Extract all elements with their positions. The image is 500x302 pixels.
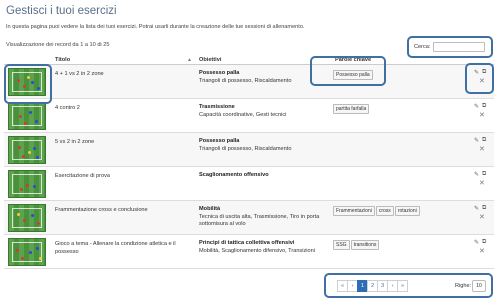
rows-per-page-select[interactable]: 10 [472,280,486,292]
edit-icon[interactable]: ✎ [474,69,479,76]
exercise-title: 4 contro 2 [55,105,80,111]
exercise-objectives: Possesso palla Triangoli di possesso, Ri… [199,138,329,153]
objective-main: Possesso palla [199,138,240,144]
exercise-title: 4 + 1 vs 2 in 2 zone [55,71,104,77]
edit-icon[interactable]: ✎ [474,137,479,144]
copy-icon[interactable]: ⧉ [482,69,486,76]
copy-icon[interactable]: ⧉ [482,103,486,110]
exercise-thumbnail[interactable] [8,238,46,266]
keyword-tag: transitions [350,240,380,250]
exercise-objectives: Scaglionamento offensivo [199,172,329,180]
page-intro: In questa pagina puoi vedere la lista de… [6,24,305,30]
table-row[interactable]: Frammentazione cross e conclusione Mobil… [4,201,494,235]
delete-icon[interactable]: ✕ [479,247,485,255]
keyword-tag: cross [375,206,394,216]
pagination-box: « ‹ 1 2 3 › » Righe: 10 [324,273,493,298]
column-keywords[interactable]: Parole chiave [335,57,371,63]
objective-secondary: Triangoli di possesso, Riscaldamento [199,77,292,84]
delete-icon[interactable]: ✕ [479,213,485,221]
keyword-tags: SSG transitions [333,240,468,250]
exercise-objectives: Trasmissione Capacità coordinative, Gest… [199,104,329,119]
delete-icon[interactable]: ✕ [479,145,485,153]
keyword-tag: SSG [333,240,350,250]
keyword-tag: partita farfalla [333,104,370,114]
edit-icon[interactable]: ✎ [474,171,479,178]
table-row[interactable]: 4 + 1 vs 2 in 2 zone Possesso palla Tria… [4,65,494,99]
table-row[interactable]: 4 contro 2 Trasmissione Capacità coordin… [4,99,494,133]
copy-icon[interactable]: ⧉ [482,137,486,144]
table-header: Titolo ▲ Obiettivi Parole chiave [4,52,494,65]
keyword-tags: Possesso palla [333,70,468,80]
exercise-objectives: Mobilità Tecnica di uscita alta, Trasmis… [199,206,329,229]
column-objectives[interactable]: Obiettivi [199,57,221,63]
exercise-title: Gioco a tema - Allenare la condizione at… [55,241,176,255]
pagination: « ‹ 1 2 3 › » [337,280,408,292]
copy-icon[interactable]: ⧉ [482,205,486,212]
edit-icon[interactable]: ✎ [474,103,479,110]
keyword-tag: Frammentazioni [333,206,375,216]
exercise-title: 5 vs 2 in 2 zone [55,139,95,145]
search-label: Cerca: [414,44,431,50]
exercise-objectives: Principi di tattica collettiva offensivi… [199,240,329,255]
objective-main: Scaglionamento offensivo [199,172,269,178]
objective-main: Possesso palla [199,70,240,76]
edit-icon[interactable]: ✎ [474,205,479,212]
table-row[interactable]: Esercitazione di prova Scaglionamento of… [4,167,494,201]
keyword-tags: partita farfalla [333,104,468,114]
records-info: Visualizzazione dei record da 1 a 10 di … [6,42,110,48]
objective-main: Principi di tattica collettiva offensivi [199,240,295,246]
table-row[interactable]: 5 vs 2 in 2 zone Possesso palla Triangol… [4,133,494,167]
edit-icon[interactable]: ✎ [474,239,479,246]
keyword-tag: rotazioni [394,206,420,216]
exercise-thumbnail[interactable] [8,68,46,96]
copy-icon[interactable]: ⧉ [482,239,486,246]
delete-icon[interactable]: ✕ [479,111,485,119]
table-row[interactable]: Gioco a tema - Allenare la condizione at… [4,235,494,269]
objective-main: Mobilità [199,206,221,212]
rows-per-page-label: Righe: [455,283,472,289]
objective-secondary: Tecnica di uscita alta, Trasmissione, Ti… [199,213,320,228]
exercise-thumbnail[interactable] [8,102,46,130]
delete-icon[interactable]: ✕ [479,179,485,187]
exercise-title: Frammentazione cross e conclusione [55,207,148,213]
sort-indicator-icon[interactable]: ▲ [187,57,192,63]
search-input[interactable] [433,42,486,52]
exercises-table: Titolo ▲ Obiettivi Parole chiave 4 + 1 v… [4,52,494,269]
exercise-thumbnail[interactable] [8,136,46,164]
exercise-title: Esercitazione di prova [55,173,111,179]
objective-secondary: Triangoli di possesso, Riscaldamento [199,145,292,152]
last-page-button[interactable]: » [397,280,408,292]
keyword-tags: Frammentazioni cross rotazioni [333,206,468,216]
exercise-thumbnail[interactable] [8,204,46,232]
exercise-thumbnail[interactable] [8,170,46,198]
objective-secondary: Mobilità, Scaglionamento difensivo, Tran… [199,247,315,254]
copy-icon[interactable]: ⧉ [482,171,486,178]
column-title[interactable]: Titolo [55,57,70,63]
objective-main: Trasmissione [199,104,235,110]
keyword-tag: Possesso palla [333,70,373,80]
exercise-objectives: Possesso palla Triangoli di possesso, Ri… [199,70,329,85]
page-title: Gestisci i tuoi esercizi [6,5,117,17]
delete-icon[interactable]: ✕ [479,77,485,85]
objective-secondary: Capacità coordinative, Gesti tecnici [199,111,287,118]
